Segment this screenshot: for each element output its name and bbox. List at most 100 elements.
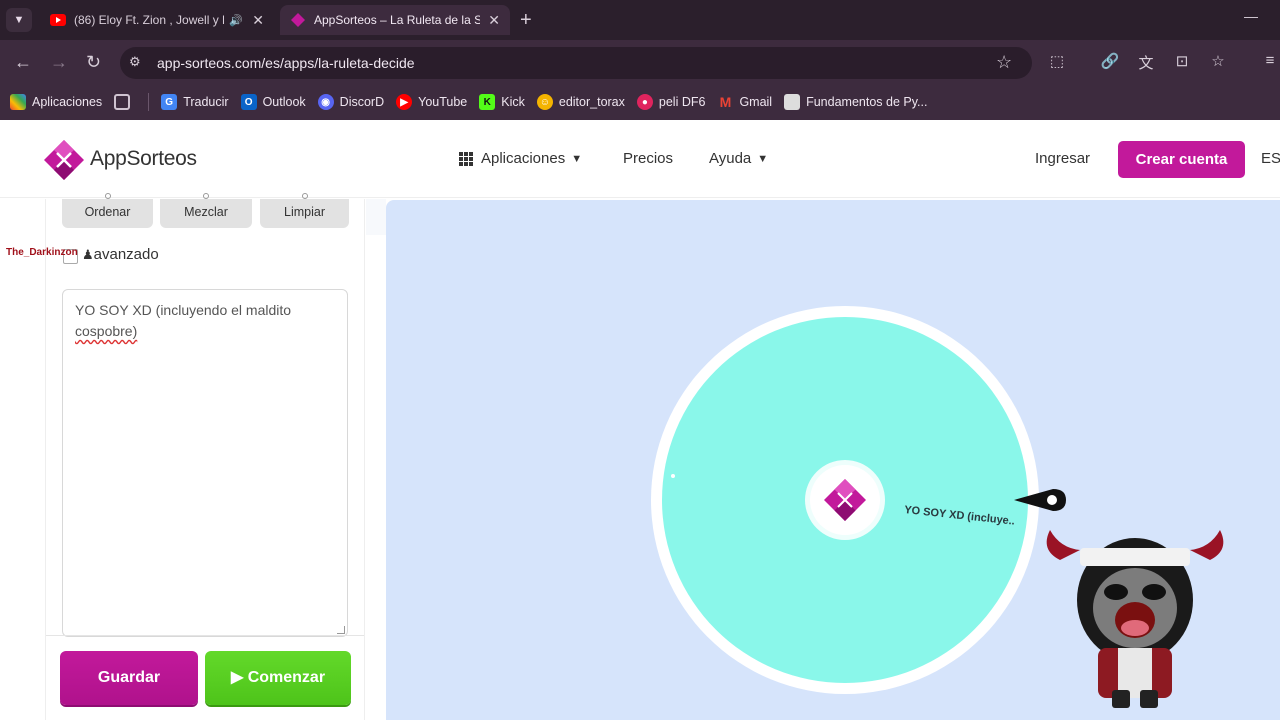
- appsorteos-logo-icon[interactable]: [44, 140, 84, 180]
- guardar-button[interactable]: Guardar: [60, 651, 198, 705]
- language-selector[interactable]: ES: [1261, 150, 1280, 167]
- speaker-icon[interactable]: 🔊: [228, 12, 244, 28]
- bookmark-kick[interactable]: K Kick: [479, 94, 525, 110]
- streamer-avatar-mascot: [1046, 530, 1224, 708]
- new-tab-plus-icon[interactable]: +: [520, 10, 532, 30]
- doc-icon: [784, 94, 801, 110]
- ordenar-button[interactable]: Ordenar: [62, 193, 153, 228]
- page: AppSorteos Aplicaciones ▼ Precios Ayuda …: [0, 120, 1280, 720]
- nav-precios[interactable]: Precios: [623, 150, 673, 167]
- translate-icon: G: [161, 94, 178, 110]
- chevron-down-icon: ▼: [757, 152, 769, 165]
- tab-close-icon[interactable]: ✕: [252, 12, 264, 29]
- button-label: Ordenar: [84, 205, 131, 219]
- browser-tab-appsorteos[interactable]: AppSorteos – La Ruleta de la Su ✕: [280, 5, 510, 35]
- trash-icon: [301, 193, 308, 199]
- bookmark-separator: [148, 93, 150, 111]
- button-label: Limpiar: [284, 205, 325, 219]
- back-arrow-icon[interactable]: ←: [14, 52, 32, 72]
- avanzado-text: avanzado: [93, 246, 159, 263]
- participants-textarea[interactable]: YO SOY XD (incluyendo el maldito cospobr…: [62, 289, 348, 637]
- forward-arrow-icon[interactable]: →: [50, 52, 68, 72]
- bookmark-editor-torax[interactable]: ☺ editor_torax: [536, 94, 625, 110]
- movie-icon: ●: [636, 94, 653, 110]
- bookmark-grid[interactable]: [114, 94, 136, 110]
- bookmark-label: Fundamentos de Py...: [806, 95, 928, 109]
- bookmark-label: Kick: [501, 95, 525, 109]
- avanzado-label: ♟avanzado: [82, 246, 159, 263]
- logo-text[interactable]: AppSorteos: [90, 147, 197, 171]
- nav-label: Aplicaciones: [481, 150, 566, 167]
- play-icon: ▶: [230, 669, 248, 686]
- reload-icon[interactable]: ↻: [86, 52, 101, 72]
- bookmark-star-icon[interactable]: ☆: [996, 52, 1012, 73]
- bookmark-label: editor_torax: [558, 95, 625, 109]
- tab-close-icon[interactable]: ✕: [488, 12, 500, 29]
- youtube-icon: ▶: [396, 94, 413, 110]
- button-label: Mezclar: [184, 205, 228, 219]
- panel-gap: [366, 199, 386, 235]
- extensions-icon[interactable]: ⬚: [1047, 52, 1067, 72]
- streamer-overlay-tag: The_Darkinzon: [6, 247, 78, 258]
- favorites-icon[interactable]: ☆: [1208, 52, 1228, 72]
- participants-panel: Ordenar Mezclar Limpiar ♟avanzado YO SOY…: [45, 193, 365, 720]
- grid-squares-icon: [114, 94, 131, 110]
- sort-icon: [104, 193, 111, 199]
- link-icon[interactable]: 🔗: [1100, 52, 1120, 72]
- nav-aplicaciones[interactable]: Aplicaciones ▼: [459, 150, 582, 167]
- bookmark-fundamentos[interactable]: Fundamentos de Py...: [784, 94, 927, 110]
- gmail-icon: M: [719, 94, 732, 110]
- url-text: app-sorteos.com/es/apps/la-ruleta-decide: [157, 55, 415, 71]
- outlook-icon: O: [240, 94, 257, 110]
- login-link[interactable]: Ingresar: [1035, 150, 1090, 167]
- tab-title: AppSorteos – La Ruleta de la Su: [314, 13, 481, 27]
- bookmark-label: Traducir: [183, 95, 229, 109]
- menu-icon[interactable]: ≡: [1260, 52, 1280, 72]
- bookmark-gmail[interactable]: M Gmail: [717, 94, 773, 110]
- youtube-icon: [50, 12, 66, 28]
- bookmark-label: YouTube: [418, 95, 468, 109]
- bookmark-aplicaciones[interactable]: Aplicaciones: [10, 94, 102, 110]
- nav-label: Precios: [623, 150, 674, 167]
- button-label: Comenzar: [247, 669, 326, 686]
- create-account-button[interactable]: Crear cuenta: [1118, 141, 1245, 178]
- minimize-icon[interactable]: —: [1244, 8, 1258, 24]
- bookmark-discord[interactable]: ◉ DiscorD: [317, 94, 385, 110]
- bookmark-peli-df6[interactable]: ● peli DF6: [636, 94, 706, 110]
- bookmark-outlook[interactable]: O Outlook: [240, 94, 306, 110]
- bookmarks-bar: Aplicaciones G Traducir O Outlook ◉ Disc…: [0, 84, 1280, 120]
- screenshot-icon[interactable]: ⊡: [1172, 52, 1192, 72]
- site-header: AppSorteos Aplicaciones ▼ Precios Ayuda …: [0, 120, 1280, 198]
- apps-grid-icon: [10, 94, 26, 110]
- textarea-line: cospobre): [75, 323, 138, 339]
- bookmark-youtube[interactable]: ▶ YouTube: [396, 94, 467, 110]
- tab-title: (86) Eloy Ft. Zion , Jowell y R: [74, 13, 225, 27]
- divider: [46, 635, 364, 636]
- wheel-dot: [671, 474, 675, 478]
- grid-icon: [459, 151, 473, 166]
- bookmark-label: Gmail: [739, 95, 773, 109]
- bookmark-label: Aplicaciones: [32, 95, 103, 109]
- limpiar-button[interactable]: Limpiar: [260, 193, 349, 228]
- browser-tab-bar: ▼ (86) Eloy Ft. Zion , Jowell y R 🔊 ✕ Ap…: [0, 0, 1280, 40]
- nav-label: Ayuda: [709, 150, 752, 167]
- emoji-icon: ☺: [536, 94, 553, 110]
- appsorteos-icon: [290, 12, 306, 28]
- discord-icon: ◉: [317, 94, 334, 110]
- textarea-line: YO SOY XD (incluyendo el maldito: [75, 302, 292, 318]
- chevron-down-icon: ▼: [571, 152, 583, 165]
- nav-ayuda[interactable]: Ayuda ▼: [709, 150, 768, 167]
- site-settings-icon[interactable]: ⚙: [129, 54, 147, 72]
- comenzar-button[interactable]: ▶ Comenzar: [205, 651, 351, 705]
- mezclar-button[interactable]: Mezclar: [160, 193, 252, 228]
- tab-search-chevron-icon[interactable]: ▼: [6, 8, 32, 32]
- bookmark-label: Outlook: [262, 95, 306, 109]
- translate-icon[interactable]: 文: [1136, 52, 1156, 72]
- person-icon: ♟: [82, 247, 94, 262]
- bookmark-traducir[interactable]: G Traducir: [161, 94, 229, 110]
- bookmark-label: DiscorD: [339, 95, 385, 109]
- shuffle-icon: [203, 193, 209, 199]
- bookmark-label: peli DF6: [658, 95, 706, 109]
- resize-handle-icon[interactable]: [337, 626, 345, 634]
- browser-tab-youtube[interactable]: (86) Eloy Ft. Zion , Jowell y R 🔊 ✕: [40, 5, 274, 35]
